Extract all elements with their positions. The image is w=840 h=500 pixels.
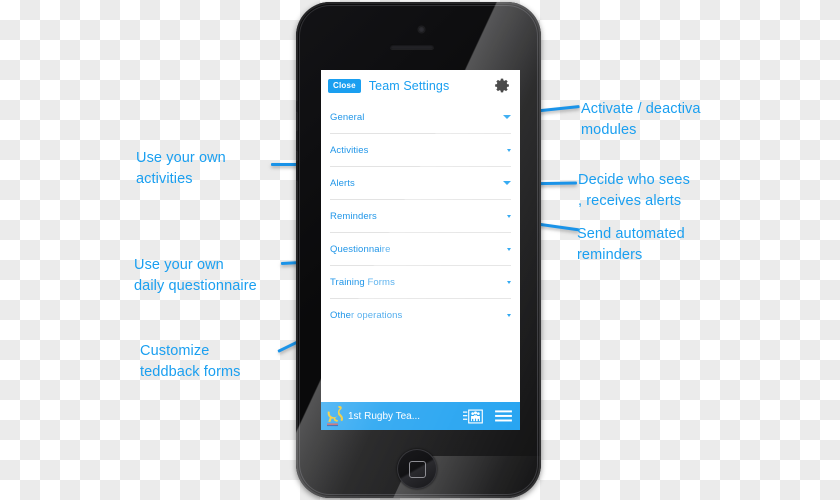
chevron-down-icon[interactable] [507,313,511,317]
settings-row-label: General [330,111,365,123]
settings-row-label: Activities [330,144,369,156]
settings-row-reminders[interactable]: Reminders [330,200,511,233]
front-camera-icon [418,26,425,33]
settings-row-training-forms[interactable]: Training Forms [330,266,511,299]
annotation-use-your-own-activities: Use your own activities [136,150,226,188]
chevron-down-icon[interactable] [503,181,511,185]
mockup-stage: Close Team Settings General Activities A [0,0,840,500]
settings-row-other-operations[interactable]: Other operations [330,299,511,331]
phone-device: Close Team Settings General Activities A [296,2,541,498]
chevron-down-icon[interactable] [507,148,511,152]
chevron-down-icon[interactable] [503,115,511,119]
close-button[interactable]: Close [328,78,361,93]
chevron-down-icon[interactable] [507,280,511,284]
settings-row-label: Alerts [330,177,355,189]
team-name-label: 1st Rugby Tea... [348,410,421,422]
annotation-customize-teddback-forms: Customize teddback forms [140,343,241,381]
earpiece-speaker-icon [390,44,434,49]
settings-row-general[interactable]: General [330,101,511,134]
page-title: Team Settings [368,78,450,93]
annotation-activate-deactivate-modules: Activate / deactiva modules [581,101,701,139]
settings-row-label: Reminders [330,210,377,222]
settings-row-activities[interactable]: Activities [330,134,511,167]
settings-row-questionnaire[interactable]: Questionnaire [330,233,511,266]
settings-row-label: Questionnaire [330,243,391,255]
kangaroo-logo-icon [327,405,343,427]
hamburger-menu-icon[interactable] [495,409,512,423]
home-button[interactable] [397,449,437,489]
annotation-use-your-own-daily-questionnaire: Use your own daily questionnaire [134,257,257,295]
bottom-toolbar: 1st Rugby Tea... [321,402,520,430]
home-button-square-icon [409,461,426,478]
settings-row-label: Training Forms [330,276,395,288]
annotation-decide-who-sees-alerts: Decide who sees , receives alerts [578,172,690,210]
settings-row-label: Other operations [330,309,403,321]
settings-list: General Activities Alerts Reminders Ques… [321,101,520,331]
mute-switch[interactable] [296,100,298,113]
people-group-icon[interactable] [463,409,483,424]
chevron-down-icon[interactable] [507,247,511,251]
annotation-send-automated-reminders: Send automated reminders [577,226,685,264]
chevron-down-icon[interactable] [507,214,511,218]
phone-screen: Close Team Settings General Activities A [321,70,520,430]
settings-row-alerts[interactable]: Alerts [330,167,511,200]
screen-header: Close Team Settings [321,70,520,101]
gear-icon[interactable] [494,77,511,94]
volume-up-button[interactable] [296,130,298,152]
volume-down-button[interactable] [296,160,298,182]
